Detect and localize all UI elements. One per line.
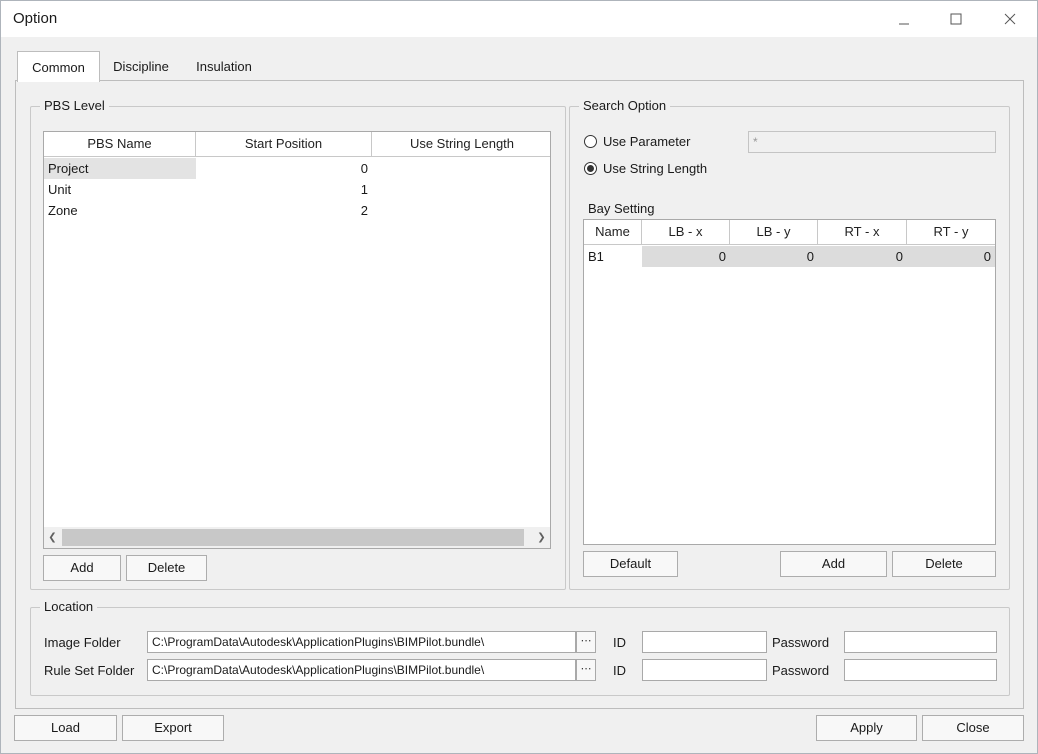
table-row[interactable]: Project 0 — [44, 158, 550, 179]
image-folder-label: Image Folder — [44, 635, 121, 650]
pbs-delete-button[interactable]: Delete — [126, 555, 207, 581]
pbs-name-cell[interactable]: Project — [44, 158, 196, 179]
title-bar: Option — [1, 1, 1037, 37]
rule-set-folder-input[interactable]: C:\ProgramData\Autodesk\ApplicationPlugi… — [147, 659, 576, 681]
scrollbar-thumb[interactable] — [62, 529, 524, 546]
scroll-left-icon[interactable]: ❮ — [44, 527, 61, 548]
option-window: Option Common Discipline Insulation PBS … — [0, 0, 1038, 754]
pbs-level-group: PBS Level PBS Name Start Position Use St… — [30, 98, 566, 590]
image-id-input[interactable] — [642, 631, 767, 653]
column-header-name[interactable]: Name — [584, 220, 642, 244]
use-parameter-radio[interactable]: Use Parameter — [584, 134, 690, 149]
image-password-input[interactable] — [844, 631, 997, 653]
start-position-cell[interactable]: 0 — [196, 158, 372, 179]
image-folder-input[interactable]: C:\ProgramData\Autodesk\ApplicationPlugi… — [147, 631, 576, 653]
image-id-label: ID — [613, 635, 626, 650]
close-window-button[interactable] — [987, 1, 1033, 37]
column-header-use-string-length[interactable]: Use String Length — [372, 132, 550, 156]
scroll-right-icon[interactable]: ❯ — [533, 527, 550, 548]
column-header-lb-x[interactable]: LB - x — [642, 220, 730, 244]
radio-checked-icon[interactable] — [584, 162, 597, 175]
pbs-level-title: PBS Level — [40, 98, 109, 113]
pbs-add-button[interactable]: Add — [43, 555, 121, 581]
maximize-button[interactable] — [933, 1, 979, 37]
bay-default-button[interactable]: Default — [583, 551, 678, 577]
rt-x-cell[interactable]: 0 — [818, 246, 907, 267]
load-button[interactable]: Load — [14, 715, 117, 741]
column-header-rt-y[interactable]: RT - y — [907, 220, 995, 244]
radio-unchecked-icon[interactable] — [584, 135, 597, 148]
image-folder-browse-button[interactable]: ⋯ — [576, 631, 596, 653]
use-parameter-input[interactable]: * — [748, 131, 996, 153]
tab-insulation[interactable]: Insulation — [183, 53, 265, 81]
rule-password-input[interactable] — [844, 659, 997, 681]
use-string-length-cell[interactable] — [372, 179, 550, 200]
use-string-length-label: Use String Length — [603, 161, 708, 176]
common-tab-panel: PBS Level PBS Name Start Position Use St… — [15, 80, 1024, 709]
table-row[interactable]: Unit 1 — [44, 179, 550, 200]
apply-button[interactable]: Apply — [816, 715, 917, 741]
rt-y-cell[interactable]: 0 — [907, 246, 995, 267]
column-header-lb-y[interactable]: LB - y — [730, 220, 818, 244]
bay-grid-header: Name LB - x LB - y RT - x RT - y — [584, 220, 995, 245]
pbs-name-cell[interactable]: Unit — [44, 179, 196, 200]
bay-setting-grid: Name LB - x LB - y RT - x RT - y B1 0 0 … — [583, 219, 996, 545]
bay-setting-title: Bay Setting — [588, 201, 655, 216]
start-position-cell[interactable]: 1 — [196, 179, 372, 200]
rule-id-label: ID — [613, 663, 626, 678]
rule-password-label: Password — [772, 663, 830, 678]
use-string-length-cell[interactable] — [372, 200, 550, 221]
rule-id-input[interactable] — [642, 659, 767, 681]
image-password-label: Password — [772, 635, 830, 650]
lb-x-cell[interactable]: 0 — [642, 246, 730, 267]
start-position-cell[interactable]: 2 — [196, 200, 372, 221]
rule-set-folder-browse-button[interactable]: ⋯ — [576, 659, 596, 681]
location-group: Location Image Folder C:\ProgramData\Aut… — [30, 599, 1010, 696]
bay-add-button[interactable]: Add — [780, 551, 887, 577]
pbs-name-cell[interactable]: Zone — [44, 200, 196, 221]
close-icon — [1004, 13, 1016, 25]
column-header-rt-x[interactable]: RT - x — [818, 220, 907, 244]
search-option-group: Search Option Use Parameter * Use String… — [569, 98, 1010, 590]
window-title: Option — [13, 10, 58, 27]
table-row[interactable]: B1 0 0 0 0 — [584, 246, 995, 267]
pbs-level-grid: PBS Name Start Position Use String Lengt… — [43, 131, 551, 549]
column-header-start-position[interactable]: Start Position — [196, 132, 372, 156]
use-parameter-label: Use Parameter — [603, 134, 691, 149]
minimize-button[interactable] — [881, 1, 927, 37]
location-title: Location — [40, 599, 98, 614]
tab-common[interactable]: Common — [17, 51, 100, 82]
bay-name-cell[interactable]: B1 — [584, 246, 642, 267]
use-string-length-cell[interactable] — [372, 158, 550, 179]
table-row[interactable]: Zone 2 — [44, 200, 550, 221]
search-option-title: Search Option — [579, 98, 671, 113]
export-button[interactable]: Export — [122, 715, 224, 741]
pbs-grid-header: PBS Name Start Position Use String Lengt… — [44, 132, 550, 157]
rule-set-folder-label: Rule Set Folder — [44, 663, 135, 678]
tab-discipline[interactable]: Discipline — [103, 53, 179, 81]
close-button[interactable]: Close — [922, 715, 1024, 741]
bay-delete-button[interactable]: Delete — [892, 551, 996, 577]
use-string-length-radio[interactable]: Use String Length — [584, 161, 707, 176]
horizontal-scrollbar[interactable]: ❮ ❯ — [44, 527, 550, 548]
column-header-pbs-name[interactable]: PBS Name — [44, 132, 196, 156]
lb-y-cell[interactable]: 0 — [730, 246, 818, 267]
maximize-icon — [950, 13, 962, 25]
minimize-icon — [899, 23, 909, 25]
